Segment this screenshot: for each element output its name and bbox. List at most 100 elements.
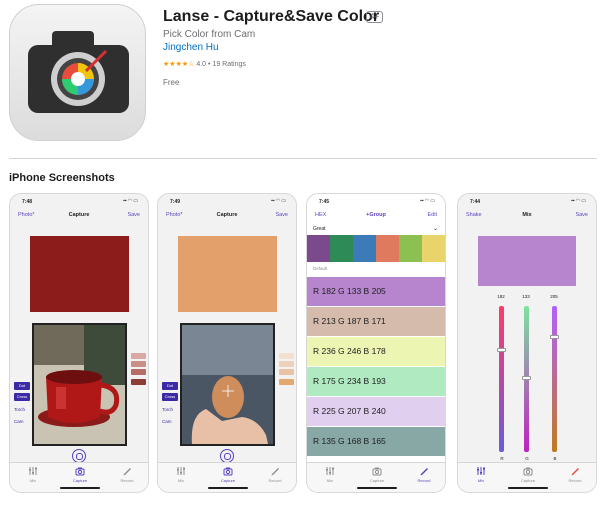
color-record-row[interactable]: R 225 G 207 B 240 xyxy=(307,397,445,426)
torch-button[interactable]: Torch xyxy=(162,407,173,412)
torch-button[interactable]: Torch xyxy=(14,407,25,412)
tab-record[interactable]: Record xyxy=(107,466,147,483)
signal-icon: ▪▪ ◠ ▭ xyxy=(571,198,586,204)
camera-icon xyxy=(523,467,533,476)
rating-count: 19 Ratings xyxy=(212,61,246,68)
status-bar: 7:49 ▪▪ ◠ ▭ xyxy=(158,194,296,206)
screenshot-mix[interactable]: 7:44 ▪▪ ◠ ▭ Mix Shake Save 182 133 205 R… xyxy=(457,193,597,493)
color-record-row[interactable]: R 213 G 187 B 171 xyxy=(307,307,445,336)
app-icon[interactable] xyxy=(9,4,146,141)
palette-swatch[interactable] xyxy=(330,235,353,262)
cup-photo xyxy=(34,325,125,444)
dot-mode-button[interactable]: Dot xyxy=(14,382,30,390)
red-slider[interactable] xyxy=(497,306,506,452)
dot-mode-button[interactable]: Dot xyxy=(162,382,178,390)
history-swatch[interactable] xyxy=(279,353,294,359)
status-bar: 7:44 ▪▪ ◠ ▭ xyxy=(458,194,596,206)
group-selector[interactable]: Great ⌄ xyxy=(307,224,445,234)
rating-row: ★★★★☆ 4.0 • 19 Ratings xyxy=(163,60,246,68)
history-swatch[interactable] xyxy=(279,369,294,375)
history-swatch[interactable] xyxy=(131,353,146,359)
tab-record[interactable]: Record xyxy=(404,466,444,483)
edit-button[interactable]: Edit xyxy=(428,212,437,218)
palette-swatch[interactable] xyxy=(399,235,422,262)
tab-mix[interactable]: Mix xyxy=(161,466,201,483)
palette-swatch[interactable] xyxy=(307,235,330,262)
shutter-button[interactable] xyxy=(72,449,86,463)
screenshot-record-list[interactable]: 7:45 ▪▪ ◠ ▭ +Group HEX Edit Great ⌄ Defa… xyxy=(306,193,446,493)
tab-label: Record xyxy=(417,478,431,483)
history-swatch[interactable] xyxy=(279,361,294,367)
rating-stars: ★★★★☆ xyxy=(163,61,195,68)
cam-button[interactable]: Cam xyxy=(162,419,172,424)
group-name: Great xyxy=(313,226,326,232)
palette-swatch[interactable] xyxy=(353,235,376,262)
history-swatch[interactable] xyxy=(131,361,146,367)
camera-icon xyxy=(372,467,382,476)
color-record-row[interactable]: R 135 G 168 B 165 xyxy=(307,427,445,456)
cam-button[interactable]: Cam xyxy=(14,419,24,424)
rating-value: 4.0 xyxy=(196,61,207,68)
tab-bar: Mix Capture Record xyxy=(158,462,296,492)
tab-bar: Mix Capture Record xyxy=(458,462,596,492)
slider-knob[interactable] xyxy=(497,348,506,352)
sliders-icon xyxy=(477,467,485,475)
price-label: Free xyxy=(163,78,180,87)
hex-button[interactable]: HEX xyxy=(315,212,326,218)
screenshot-capture-egg[interactable]: 7:49 ▪▪ ◠ ▭ Capture Photo* Save Dot Cros… xyxy=(157,193,297,493)
tab-capture[interactable]: Capture xyxy=(60,466,100,483)
camera-icon xyxy=(75,467,85,476)
history-swatch[interactable] xyxy=(279,379,294,385)
red-label: R xyxy=(500,456,504,461)
color-record-row[interactable]: R 175 G 234 B 193 xyxy=(307,367,445,396)
screenshot-capture-cup[interactable]: 7:48 ▪▪ ◠ ▭ Capture Photo* Save Dot Cros… xyxy=(9,193,149,493)
signal-icon: ▪▪ ◠ ▭ xyxy=(420,198,435,204)
rating-separator: • xyxy=(208,61,211,68)
tab-capture[interactable]: Capture xyxy=(208,466,248,483)
status-time: 7:44 xyxy=(470,199,481,205)
tab-mix[interactable]: Mix xyxy=(461,466,501,483)
photo-button[interactable]: Photo* xyxy=(166,212,183,218)
pencil-icon xyxy=(123,468,131,476)
tab-record[interactable]: Record xyxy=(555,466,595,483)
palette-swatch[interactable] xyxy=(422,235,445,262)
cross-mode-button[interactable]: Cross xyxy=(162,393,178,401)
app-title: Lanse - Capture&Save Color xyxy=(163,8,380,25)
tab-record[interactable]: Record xyxy=(255,466,295,483)
green-label: G xyxy=(525,456,529,461)
nav-bar: Capture Photo* Save xyxy=(10,208,148,222)
slider-knob[interactable] xyxy=(550,335,559,339)
tab-label: Capture xyxy=(520,478,536,483)
color-record-row[interactable]: R 236 G 246 B 178 xyxy=(307,337,445,366)
tab-mix[interactable]: Mix xyxy=(310,466,350,483)
save-button[interactable]: Save xyxy=(127,212,140,218)
developer-link[interactable]: Jingchen Hu xyxy=(163,42,219,53)
nav-bar: +Group HEX Edit xyxy=(307,208,445,222)
tab-capture[interactable]: Capture xyxy=(508,466,548,483)
save-button[interactable]: Save xyxy=(275,212,288,218)
history-swatch[interactable] xyxy=(131,379,146,385)
app-subtitle: Pick Color from Cam xyxy=(163,29,256,40)
default-group-label: Default xyxy=(313,266,328,271)
age-rating-badge: 4+ xyxy=(366,11,384,23)
green-slider[interactable] xyxy=(522,306,531,452)
tab-bar: Mix Capture Record xyxy=(307,462,445,492)
save-button[interactable]: Save xyxy=(575,212,588,218)
nav-bar: Capture Photo* Save xyxy=(158,208,296,222)
tab-label: Mix xyxy=(477,478,485,483)
history-swatch[interactable] xyxy=(131,369,146,375)
color-record-row[interactable]: R 182 G 133 B 205 xyxy=(307,277,445,306)
status-bar: 7:45 ▪▪ ◠ ▭ xyxy=(307,194,445,206)
add-group-button[interactable]: +Group xyxy=(307,212,445,218)
shutter-button[interactable] xyxy=(220,449,234,463)
tab-mix[interactable]: Mix xyxy=(13,466,53,483)
tab-capture[interactable]: Capture xyxy=(357,466,397,483)
blue-slider[interactable] xyxy=(550,306,559,452)
shake-button[interactable]: Shake xyxy=(466,212,482,218)
cross-mode-button[interactable]: Cross xyxy=(14,393,30,401)
slider-knob[interactable] xyxy=(522,376,531,380)
palette-swatch[interactable] xyxy=(376,235,399,262)
tab-label: Record xyxy=(568,478,582,483)
sliders-icon xyxy=(29,467,37,475)
photo-button[interactable]: Photo* xyxy=(18,212,35,218)
